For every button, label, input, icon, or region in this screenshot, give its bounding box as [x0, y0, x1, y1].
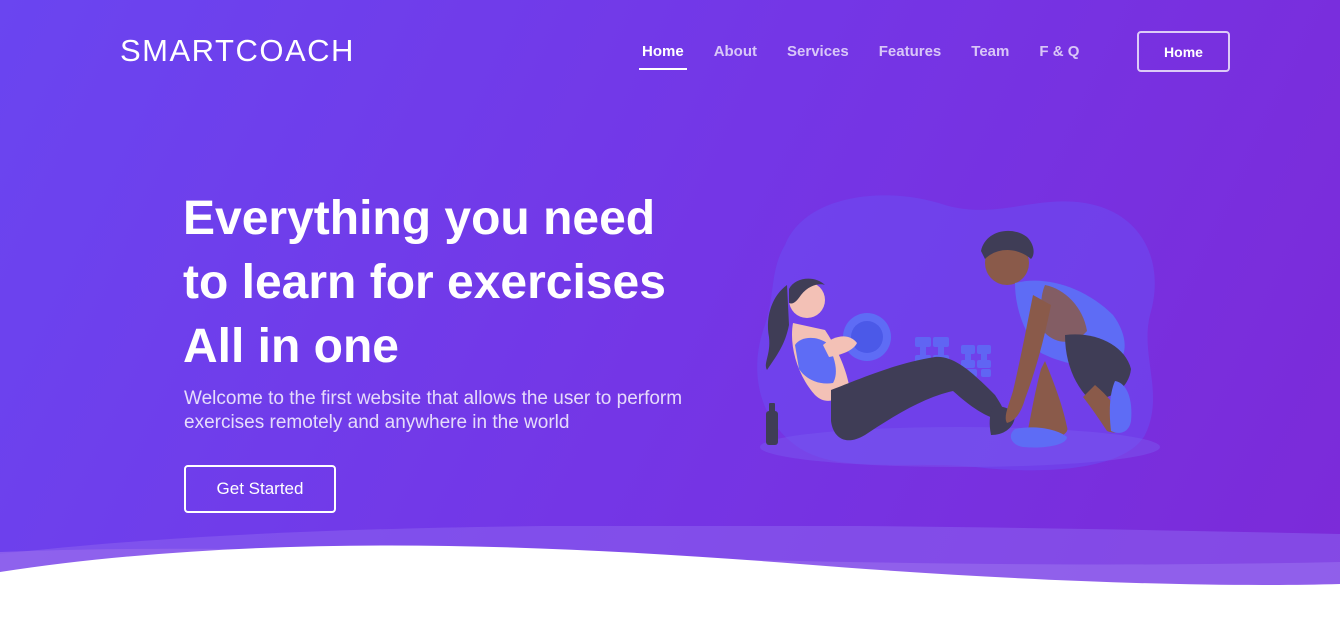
header-home-button[interactable]: Home [1137, 31, 1230, 72]
site-logo[interactable]: SMARTCOACH [120, 33, 355, 69]
headline-line: to learn for exercises [183, 256, 666, 309]
nav-features[interactable]: Features [876, 40, 945, 70]
nav-faq[interactable]: F & Q [1036, 40, 1082, 70]
headline-line: All in one [183, 320, 399, 373]
bottom-wave [0, 526, 1340, 636]
nav-services[interactable]: Services [784, 40, 852, 70]
nav-about[interactable]: About [711, 40, 760, 70]
hero-section: SMARTCOACH Home About Services Features … [0, 0, 1340, 636]
fitness-trainer-illustration [757, 195, 1160, 471]
nav-team[interactable]: Team [968, 40, 1012, 70]
site-header: SMARTCOACH Home About Services Features … [0, 0, 1340, 100]
hero-headline: Everything you need to learn for exercis… [183, 187, 743, 379]
get-started-button[interactable]: Get Started [184, 465, 336, 513]
hero-subtitle: Welcome to the first website that allows… [184, 388, 683, 433]
main-nav: Home About Services Features Team F & Q [628, 40, 1106, 70]
headline-line: Everything you need [183, 192, 656, 245]
nav-home[interactable]: Home [639, 40, 687, 70]
